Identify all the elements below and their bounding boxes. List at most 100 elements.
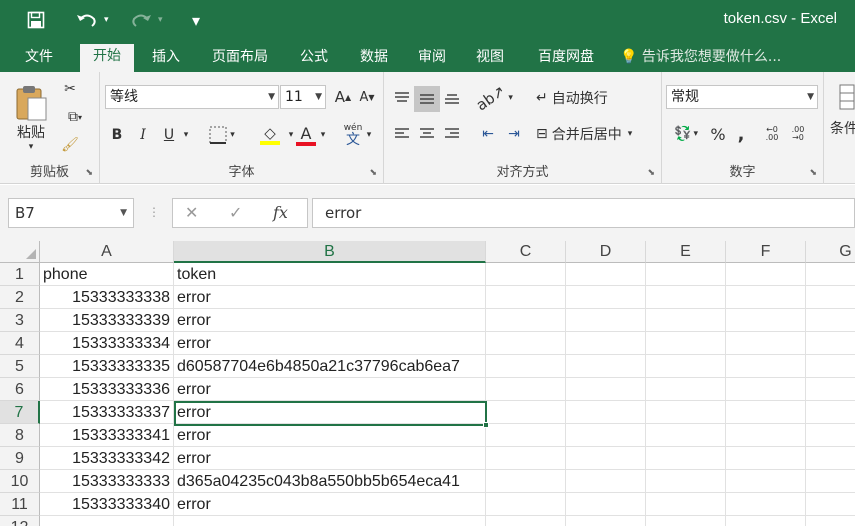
cell-a1[interactable]: phone [40, 263, 174, 286]
tell-me-search[interactable]: 💡 告诉我您想要做什么... [620, 46, 781, 68]
column-header-b[interactable]: B [174, 241, 486, 263]
cell-g1[interactable] [806, 263, 855, 286]
cell-a10[interactable]: 15333333333 [40, 470, 174, 493]
cell-g11[interactable] [806, 493, 855, 516]
formula-input[interactable]: error [312, 198, 855, 228]
cell-g5[interactable] [806, 355, 855, 378]
increase-font-size-button[interactable]: A ▲ [332, 85, 354, 109]
row-header-5[interactable]: 5 [0, 355, 40, 378]
align-bottom-icon[interactable] [440, 86, 464, 110]
cancel-icon[interactable]: ✕ [185, 203, 198, 222]
decrease-font-size-button[interactable]: A ▼ [356, 85, 378, 109]
cell-f8[interactable] [726, 424, 806, 447]
insert-function-icon[interactable]: fx [273, 203, 288, 222]
cell-b8[interactable]: error [174, 424, 486, 447]
cell-g7[interactable] [806, 401, 855, 424]
cell-c1[interactable] [486, 263, 566, 286]
row-header-3[interactable]: 3 [0, 309, 40, 332]
column-header-a[interactable]: A [40, 241, 174, 263]
cell-f7[interactable] [726, 401, 806, 424]
cell-e6[interactable] [646, 378, 726, 401]
font-launcher-icon[interactable]: ⬊ [369, 168, 377, 178]
paste-button[interactable]: 粘贴 ▾ [10, 78, 52, 158]
column-header-d[interactable]: D [566, 241, 646, 263]
number-launcher-icon[interactable]: ⬊ [809, 168, 817, 178]
cell-c2[interactable] [486, 286, 566, 309]
cell-f11[interactable] [726, 493, 806, 516]
cell-e1[interactable] [646, 263, 726, 286]
cell-c5[interactable] [486, 355, 566, 378]
clipboard-launcher-icon[interactable]: ⬊ [85, 168, 93, 178]
align-middle-icon[interactable] [414, 86, 440, 112]
cell-d8[interactable] [566, 424, 646, 447]
cell-c12[interactable] [486, 516, 566, 526]
percent-style-button[interactable]: % [708, 122, 728, 146]
cell-f10[interactable] [726, 470, 806, 493]
cell-d3[interactable] [566, 309, 646, 332]
cell-b2[interactable]: error [174, 286, 486, 309]
formula-bar-splitter-icon[interactable]: ⋮ [148, 205, 160, 219]
cell-c7[interactable] [486, 401, 566, 424]
cell-d12[interactable] [566, 516, 646, 526]
cell-a2[interactable]: 15333333338 [40, 286, 174, 309]
cell-f6[interactable] [726, 378, 806, 401]
tab-file[interactable]: 文件 [14, 46, 64, 72]
cell-d4[interactable] [566, 332, 646, 355]
tab-review[interactable]: 审阅 [406, 46, 458, 72]
cell-b7[interactable]: error [174, 401, 486, 424]
conditional-formatting-icon[interactable] [838, 82, 855, 112]
cell-b5[interactable]: d60587704e6b4850a21c37796cab6ea7 [174, 355, 486, 378]
orientation-button[interactable]: ab↗ ▾ [473, 82, 513, 115]
cell-b12[interactable] [174, 516, 486, 526]
cell-e4[interactable] [646, 332, 726, 355]
row-header-9[interactable]: 9 [0, 447, 40, 470]
cell-d2[interactable] [566, 286, 646, 309]
tab-insert[interactable]: 插入 [140, 46, 192, 72]
align-center-icon[interactable] [414, 122, 440, 146]
cut-icon[interactable]: ✂ [58, 78, 82, 100]
cell-d5[interactable] [566, 355, 646, 378]
format-painter-icon[interactable]: 🖌 [58, 134, 82, 156]
copy-icon[interactable]: ⧉ ▾ [58, 106, 92, 128]
cell-g2[interactable] [806, 286, 855, 309]
select-all-button[interactable] [0, 241, 40, 263]
name-box[interactable]: B7 ▼ [8, 198, 134, 228]
cell-c6[interactable] [486, 378, 566, 401]
cell-f4[interactable] [726, 332, 806, 355]
cell-e9[interactable] [646, 447, 726, 470]
cell-g3[interactable] [806, 309, 855, 332]
row-header-4[interactable]: 4 [0, 332, 40, 355]
cell-c3[interactable] [486, 309, 566, 332]
decrease-decimal-icon[interactable]: .00 →0 [786, 122, 810, 146]
cell-b3[interactable]: error [174, 309, 486, 332]
column-header-e[interactable]: E [646, 241, 726, 263]
cell-e8[interactable] [646, 424, 726, 447]
cell-f12[interactable] [726, 516, 806, 526]
cell-a9[interactable]: 15333333342 [40, 447, 174, 470]
column-header-f[interactable]: F [726, 241, 806, 263]
accounting-format-button[interactable]: 💱 ▾ [666, 122, 706, 146]
cell-c11[interactable] [486, 493, 566, 516]
cell-f9[interactable] [726, 447, 806, 470]
cell-g6[interactable] [806, 378, 855, 401]
conditional-formatting-label[interactable]: 条件 [830, 118, 855, 138]
cell-d11[interactable] [566, 493, 646, 516]
cell-a3[interactable]: 15333333339 [40, 309, 174, 332]
cell-f1[interactable] [726, 263, 806, 286]
row-header-7[interactable]: 7 [0, 401, 40, 424]
customize-qat-icon[interactable]: ▾ [192, 8, 210, 32]
cell-g12[interactable] [806, 516, 855, 526]
cell-g4[interactable] [806, 332, 855, 355]
cell-a8[interactable]: 15333333341 [40, 424, 174, 447]
cell-e3[interactable] [646, 309, 726, 332]
enter-icon[interactable]: ✓ [229, 203, 242, 222]
font-color-dropdown-icon[interactable]: ▾ [318, 122, 328, 148]
tab-data[interactable]: 数据 [348, 46, 400, 72]
font-name-select[interactable]: 等线 ▼ [105, 85, 279, 109]
cell-a7[interactable]: 15333333337 [40, 401, 174, 424]
decrease-indent-icon[interactable]: ⇤ [476, 122, 500, 146]
italic-button[interactable]: I [132, 122, 154, 148]
merge-center-button[interactable]: ⊟ 合并后居中 ▾ [536, 122, 658, 146]
cell-a11[interactable]: 15333333340 [40, 493, 174, 516]
cell-e12[interactable] [646, 516, 726, 526]
